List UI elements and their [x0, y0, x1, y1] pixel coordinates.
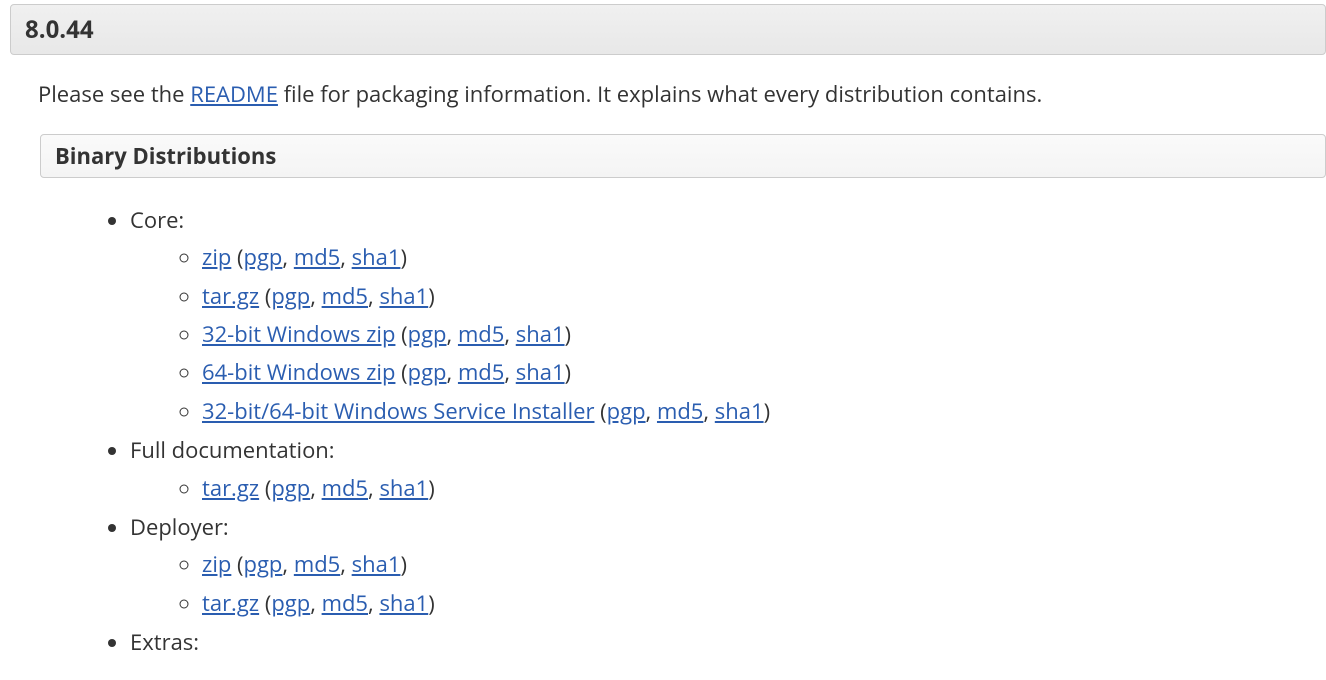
category-list: Core:zip (pgp, md5, sha1)tar.gz (pgp, md…	[40, 202, 1326, 662]
download-link[interactable]: 32-bit/64-bit Windows Service Installer	[202, 396, 594, 426]
download-item: tar.gz (pgp, md5, sha1)	[202, 585, 1326, 622]
category-label: Extras:	[130, 627, 199, 657]
sha1-link[interactable]: sha1	[352, 242, 401, 272]
pgp-link[interactable]: pgp	[607, 396, 646, 426]
version-text: 8.0.44	[25, 13, 94, 46]
pgp-link[interactable]: pgp	[271, 473, 310, 503]
category-item: Full documentation: tar.gz (pgp, md5, sha…	[130, 432, 1326, 507]
pgp-link[interactable]: pgp	[271, 588, 310, 618]
download-item: 32-bit Windows zip (pgp, md5, sha1)	[202, 316, 1326, 353]
category-item: Core: zip (pgp, md5, sha1)tar.gz (pgp, md…	[130, 202, 1326, 430]
md5-link[interactable]: md5	[657, 396, 703, 426]
distributions-content: Core:zip (pgp, md5, sha1)tar.gz (pgp, md…	[0, 178, 1326, 662]
md5-link[interactable]: md5	[294, 549, 340, 579]
md5-link[interactable]: md5	[458, 319, 504, 349]
sha1-link[interactable]: sha1	[715, 396, 764, 426]
download-item: 64-bit Windows zip (pgp, md5, sha1)	[202, 354, 1326, 391]
category-label: Core:	[130, 205, 184, 235]
intro-paragraph: Please see the README file for packaging…	[0, 55, 1326, 134]
download-link[interactable]: tar.gz	[202, 281, 259, 311]
sha1-link[interactable]: sha1	[352, 549, 401, 579]
binary-distributions-text: Binary Distributions	[55, 141, 276, 171]
download-list: tar.gz (pgp, md5, sha1)	[130, 470, 1326, 507]
sha1-link[interactable]: sha1	[516, 357, 565, 387]
download-link[interactable]: tar.gz	[202, 473, 259, 503]
binary-distributions-header: Binary Distributions	[40, 134, 1326, 178]
pgp-link[interactable]: pgp	[244, 549, 283, 579]
download-item: tar.gz (pgp, md5, sha1)	[202, 278, 1326, 315]
download-link[interactable]: 32-bit Windows zip	[202, 319, 395, 349]
download-list: zip (pgp, md5, sha1)tar.gz (pgp, md5, sh…	[130, 546, 1326, 622]
sha1-link[interactable]: sha1	[379, 473, 428, 503]
md5-link[interactable]: md5	[458, 357, 504, 387]
download-item: zip (pgp, md5, sha1)	[202, 546, 1326, 583]
md5-link[interactable]: md5	[294, 242, 340, 272]
readme-link[interactable]: README	[190, 79, 278, 109]
sha1-link[interactable]: sha1	[379, 588, 428, 618]
download-link[interactable]: 64-bit Windows zip	[202, 357, 395, 387]
md5-link[interactable]: md5	[322, 473, 368, 503]
pgp-link[interactable]: pgp	[271, 281, 310, 311]
download-link[interactable]: zip	[202, 242, 231, 272]
intro-prefix: Please see the	[38, 79, 190, 109]
md5-link[interactable]: md5	[322, 281, 368, 311]
download-link[interactable]: zip	[202, 549, 231, 579]
sha1-link[interactable]: sha1	[516, 319, 565, 349]
category-item: Deployer: zip (pgp, md5, sha1)tar.gz (pgp…	[130, 509, 1326, 622]
pgp-link[interactable]: pgp	[408, 319, 447, 349]
download-item: tar.gz (pgp, md5, sha1)	[202, 470, 1326, 507]
category-label: Full documentation:	[130, 435, 335, 465]
category-label: Deployer:	[130, 512, 229, 542]
intro-suffix: file for packaging information. It expla…	[278, 79, 1042, 109]
pgp-link[interactable]: pgp	[244, 242, 283, 272]
download-link[interactable]: tar.gz	[202, 588, 259, 618]
category-item: Extras:	[130, 624, 1326, 661]
pgp-link[interactable]: pgp	[408, 357, 447, 387]
version-header: 8.0.44	[10, 4, 1326, 55]
download-item: 32-bit/64-bit Windows Service Installer …	[202, 393, 1326, 430]
download-list: zip (pgp, md5, sha1)tar.gz (pgp, md5, sh…	[130, 239, 1326, 430]
sha1-link[interactable]: sha1	[379, 281, 428, 311]
download-item: zip (pgp, md5, sha1)	[202, 239, 1326, 276]
md5-link[interactable]: md5	[322, 588, 368, 618]
